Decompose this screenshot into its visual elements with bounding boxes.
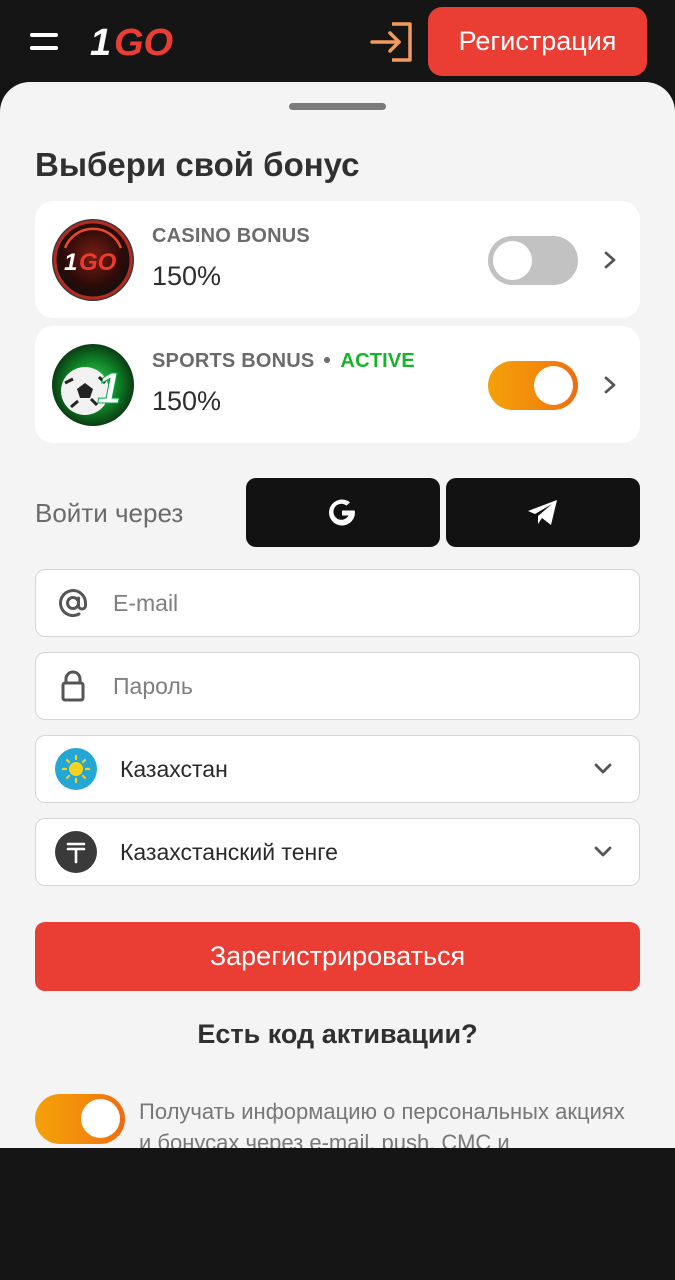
svg-text:GO: GO bbox=[114, 22, 173, 64]
sports-bonus-card[interactable]: 1 SPORTS BONUS ACTIVE 150% bbox=[35, 326, 640, 443]
tenge-icon bbox=[55, 831, 97, 873]
chevron-down-icon[interactable] bbox=[593, 845, 613, 859]
sheet-drag-handle[interactable] bbox=[289, 103, 386, 110]
bonus-registration-sheet: Выбери свой бонус 1 GO CASINO BONUS 150% bbox=[0, 82, 675, 1148]
submit-registration-button[interactable]: Зарегистрироваться bbox=[35, 922, 640, 991]
bonus-name: CASINO BONUS bbox=[152, 225, 310, 247]
casino-bonus-card[interactable]: 1 GO CASINO BONUS 150% bbox=[35, 201, 640, 318]
separator-dot bbox=[324, 357, 331, 363]
country-value: Казахстан bbox=[120, 756, 228, 782]
google-login-button[interactable] bbox=[246, 478, 440, 547]
consent-text: Получать информацию о персональных акция… bbox=[139, 1099, 625, 1148]
hamburger-menu-icon[interactable] bbox=[30, 31, 60, 51]
lock-icon bbox=[61, 670, 85, 702]
country-select[interactable]: Казахстан bbox=[35, 735, 640, 803]
sheet-title: Выбери свой бонус bbox=[35, 146, 360, 183]
svg-text:1: 1 bbox=[90, 22, 111, 64]
top-bar: 1 GO Регистрация bbox=[0, 0, 675, 92]
svg-text:1: 1 bbox=[64, 249, 77, 276]
password-field[interactable]: Пароль bbox=[35, 652, 640, 720]
chevron-down-icon[interactable] bbox=[593, 762, 613, 776]
bonus-name: SPORTS BONUS ACTIVE bbox=[152, 350, 415, 372]
telegram-icon bbox=[528, 500, 557, 525]
register-button[interactable]: Регистрация bbox=[428, 7, 647, 76]
telegram-login-button[interactable] bbox=[446, 478, 640, 547]
login-arrow-icon[interactable] bbox=[368, 18, 418, 66]
activation-code-link[interactable]: Есть код активации? bbox=[0, 1019, 675, 1050]
svg-text:1: 1 bbox=[97, 364, 121, 413]
currency-value: Казахстанский тенге bbox=[120, 839, 338, 865]
kazakhstan-flag-icon bbox=[55, 748, 97, 790]
email-input[interactable]: E-mail bbox=[113, 570, 178, 636]
bottom-bar bbox=[0, 1148, 675, 1280]
chevron-right-icon[interactable] bbox=[603, 375, 617, 395]
login-via-label: Войти через bbox=[35, 498, 184, 528]
consent-toggle[interactable] bbox=[35, 1094, 125, 1144]
toggle-knob bbox=[534, 366, 573, 405]
svg-text:GO: GO bbox=[79, 249, 117, 276]
sports-bonus-image: 1 bbox=[52, 344, 134, 426]
bonus-value: 150% bbox=[152, 261, 222, 291]
password-input[interactable]: Пароль bbox=[113, 653, 193, 719]
toggle-knob bbox=[493, 241, 532, 280]
chevron-right-icon[interactable] bbox=[603, 250, 617, 270]
casino-bonus-image: 1 GO bbox=[52, 219, 134, 301]
email-field[interactable]: E-mail bbox=[35, 569, 640, 637]
bonus-value: 150% bbox=[152, 386, 222, 416]
currency-select[interactable]: Казахстанский тенге bbox=[35, 818, 640, 886]
at-sign-icon bbox=[59, 589, 87, 618]
active-status-badge: ACTIVE bbox=[340, 350, 415, 372]
brand-logo[interactable]: 1 GO bbox=[88, 18, 198, 66]
sports-bonus-toggle[interactable] bbox=[488, 361, 578, 410]
toggle-knob bbox=[81, 1099, 120, 1138]
casino-bonus-toggle[interactable] bbox=[488, 236, 578, 285]
google-icon bbox=[329, 499, 355, 526]
